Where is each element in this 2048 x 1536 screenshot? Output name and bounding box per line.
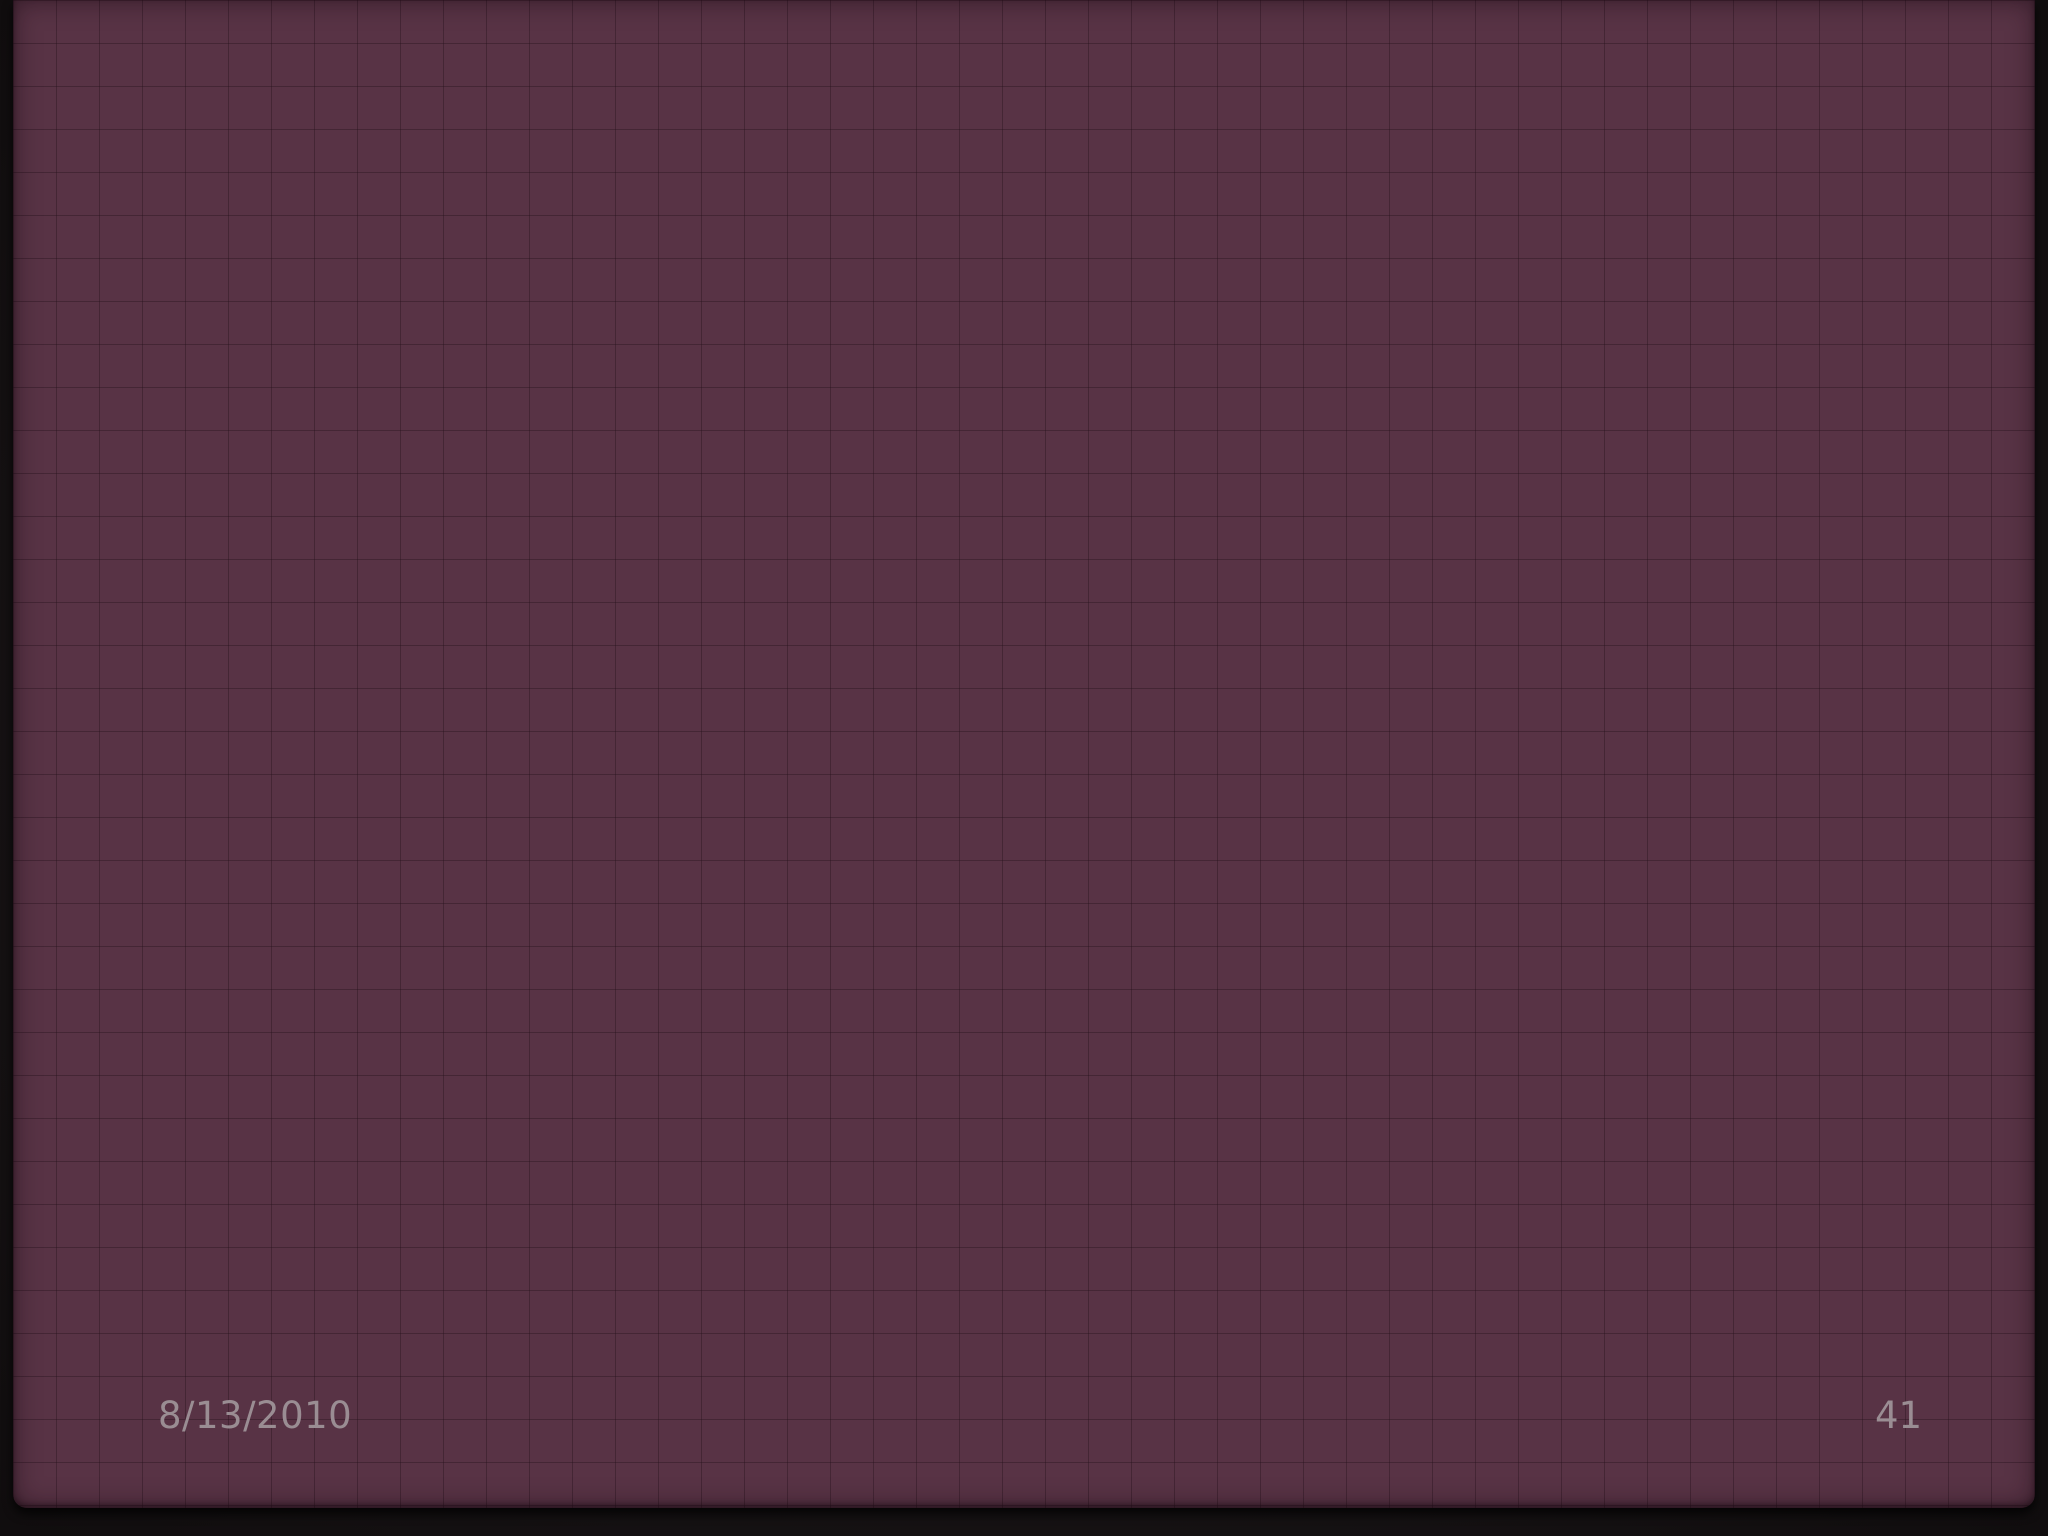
footer-date: 8/13/2010 — [158, 1394, 353, 1437]
presentation-frame: 8/13/2010 41 — [0, 0, 2048, 1536]
slide-number: 41 — [1875, 1394, 1923, 1437]
slide-canvas: 8/13/2010 41 — [13, 0, 2035, 1508]
